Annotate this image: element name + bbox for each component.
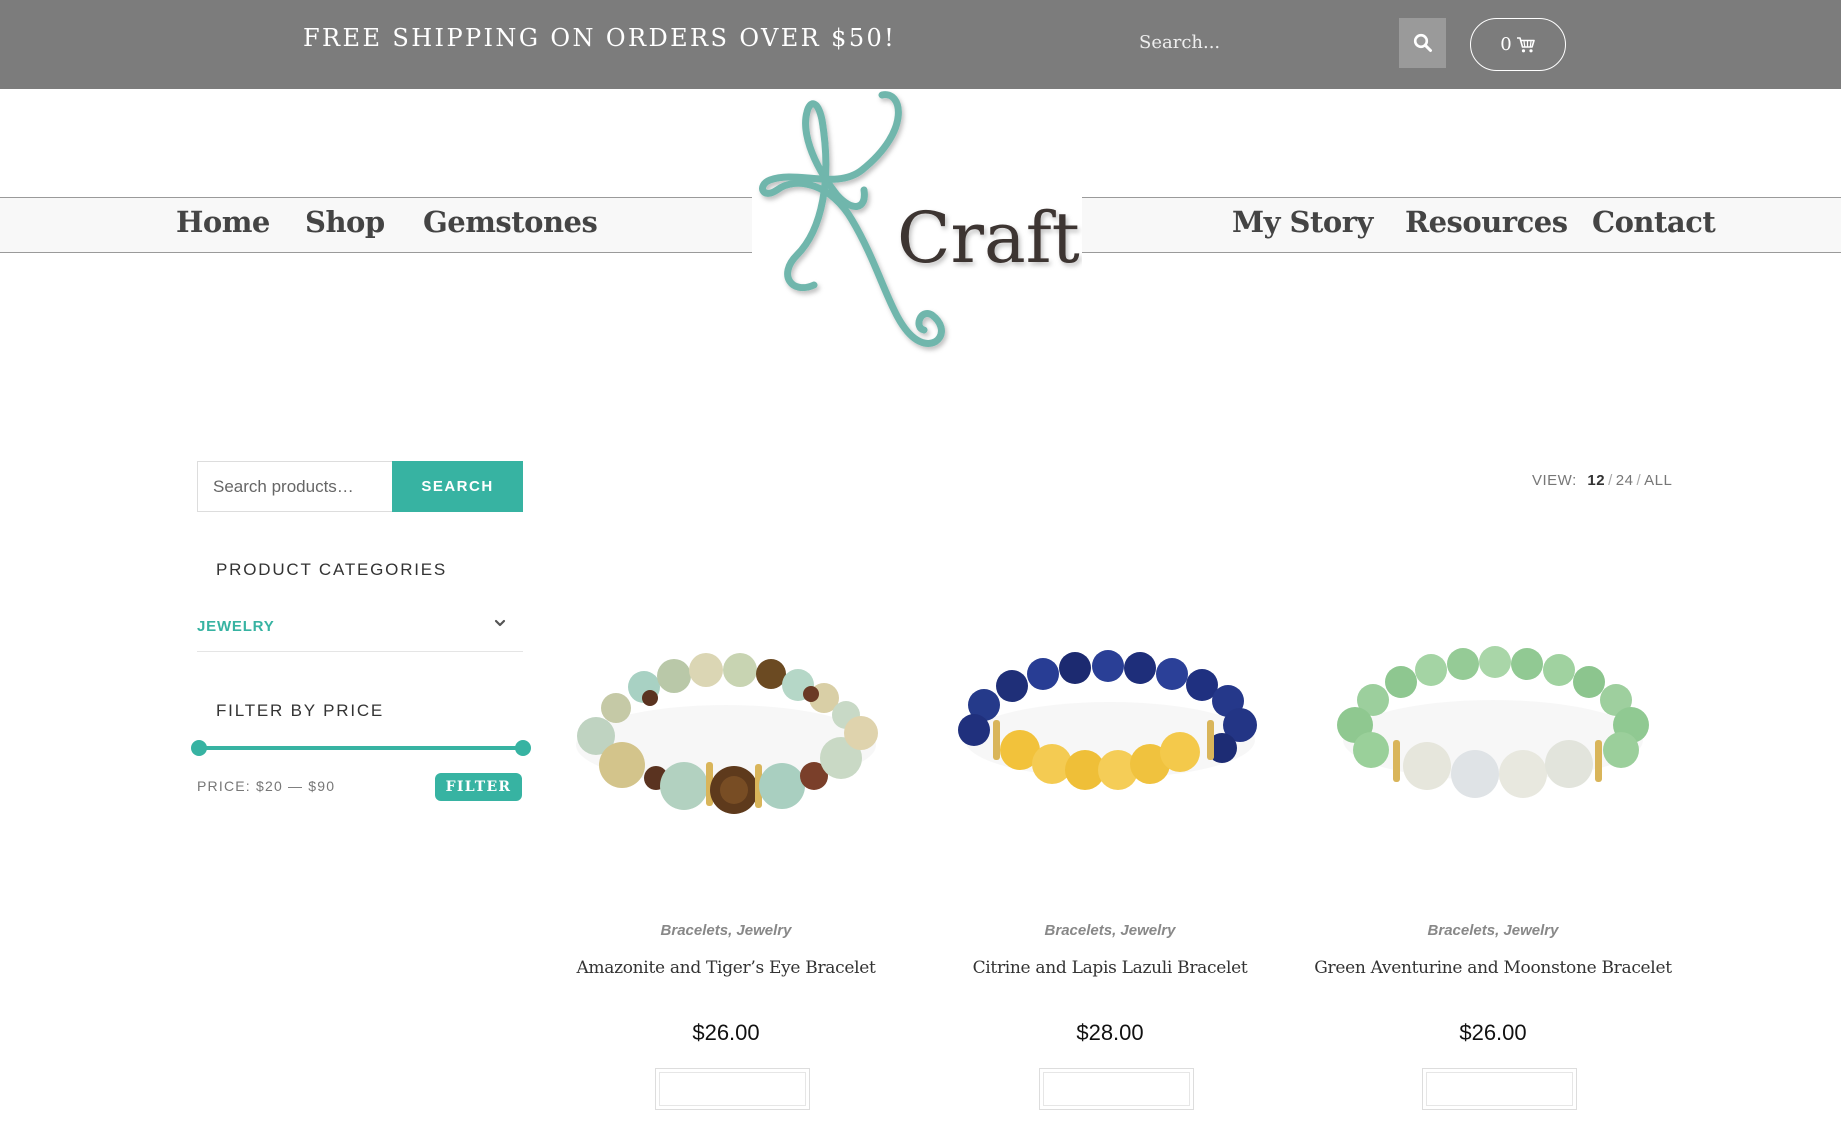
category-label: JEWELRY <box>197 618 275 635</box>
search-icon <box>1413 33 1432 52</box>
product-price: $28.00 <box>1076 1020 1144 1045</box>
header-search <box>1125 16 1400 68</box>
nav-my-story[interactable]: My Story <box>1232 205 1373 239</box>
filter-by-price-title: FILTER BY PRICE <box>216 701 385 720</box>
nav-resources[interactable]: Resources <box>1405 205 1568 239</box>
price-slider[interactable] <box>191 740 531 756</box>
cart-button[interactable]: 0 <box>1470 18 1566 71</box>
view-option-12[interactable]: 12 <box>1587 472 1605 489</box>
product-name[interactable]: Citrine and Lapis Lazuli Bracelet <box>920 958 1300 978</box>
product-search-input[interactable] <box>197 461 393 512</box>
cart-icon <box>1516 36 1535 52</box>
product-image[interactable] <box>1323 590 1663 870</box>
add-to-cart-button[interactable] <box>655 1068 810 1110</box>
price-range-label: PRICE: $20 — $90 <box>197 778 336 794</box>
product-search: SEARCH <box>197 461 523 512</box>
product-categories[interactable]: Bracelets, Jewelry <box>556 922 896 939</box>
product-image[interactable] <box>556 590 896 870</box>
price-slider-range <box>199 746 523 750</box>
view-label: VIEW: <box>1532 472 1577 489</box>
add-to-cart-button[interactable] <box>1422 1068 1577 1110</box>
view-option-all[interactable]: ALL <box>1644 472 1672 489</box>
category-jewelry[interactable]: JEWELRY <box>197 614 523 652</box>
logo-graphic: Crafts <box>759 91 1116 347</box>
product-price: $26.00 <box>692 1020 760 1045</box>
nav-home[interactable]: Home <box>176 205 270 239</box>
logo-text: Crafts <box>897 197 1082 279</box>
product-categories[interactable]: Bracelets, Jewelry <box>940 922 1280 939</box>
add-to-cart-button[interactable] <box>1039 1068 1194 1110</box>
view-option-24[interactable]: 24 <box>1616 472 1634 489</box>
price-max-handle[interactable] <box>515 740 531 756</box>
site-logo[interactable]: Crafts <box>752 90 1116 360</box>
nav-contact[interactable]: Contact <box>1592 205 1716 239</box>
cart-count: 0 <box>1500 34 1512 55</box>
product-search-button[interactable]: SEARCH <box>392 461 523 512</box>
product-categories-title: PRODUCT CATEGORIES <box>216 560 448 579</box>
view-options: VIEW: 12/24/ALL <box>1532 472 1673 489</box>
price-min-handle[interactable] <box>191 740 207 756</box>
product-image[interactable] <box>940 590 1280 870</box>
product-name[interactable]: Green Aventurine and Moonstone Bracelet <box>1303 958 1683 978</box>
filter-button[interactable]: FILTER <box>435 773 522 801</box>
chevron-down-icon[interactable] <box>493 616 507 630</box>
promo-text: FREE SHIPPING ON ORDERS OVER $50! <box>303 24 897 52</box>
nav-gemstones[interactable]: Gemstones <box>423 205 598 239</box>
header-search-button[interactable] <box>1399 18 1446 68</box>
product-price: $26.00 <box>1459 1020 1527 1045</box>
top-bar: FREE SHIPPING ON ORDERS OVER $50! 0 <box>0 0 1841 89</box>
product-categories[interactable]: Bracelets, Jewelry <box>1323 922 1663 939</box>
header-search-input[interactable] <box>1125 16 1400 68</box>
product-name[interactable]: Amazonite and Tiger’s Eye Bracelet <box>536 958 916 978</box>
nav-shop[interactable]: Shop <box>305 205 385 239</box>
